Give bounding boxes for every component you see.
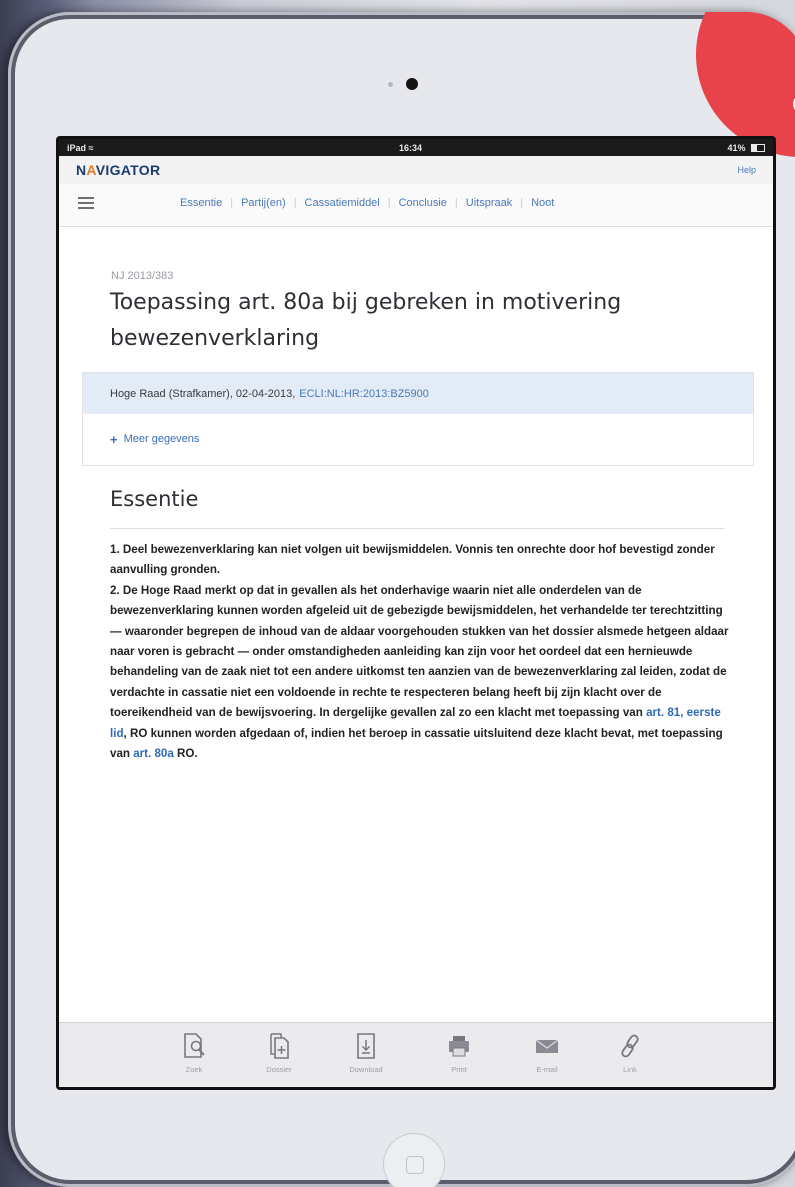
- mail-icon: [535, 1039, 559, 1053]
- court-date: Hoge Raad (Strafkamer), 02-04-2013,: [110, 387, 296, 400]
- case-info-box: Hoge Raad (Strafkamer), 02-04-2013, ECLI…: [82, 372, 754, 466]
- bottom-toolbar: Zoek Dossier Download Print E-mail Link: [59, 1022, 773, 1087]
- carrier-label: iPad: [67, 142, 87, 153]
- section-tabs: Essentie | Partij(en) | Cassatiemiddel | Co…: [172, 197, 562, 209]
- plus-icon: +: [110, 431, 118, 447]
- battery-icon: [750, 144, 765, 153]
- printer-icon: [449, 1036, 469, 1057]
- more-details-button[interactable]: + Meer gegevens: [83, 414, 753, 464]
- essentie-text-part: , RO kunnen worden afgedaan of, indien h…: [110, 726, 723, 761]
- section-divider: [110, 528, 724, 529]
- dossier-button[interactable]: Dossier: [254, 1031, 304, 1074]
- status-bar: iPad ≈ 16:34 41%: [59, 139, 773, 156]
- status-right: 41%: [727, 143, 765, 153]
- logo-rest: VIGATOR: [95, 162, 161, 178]
- status-time: 16:34: [398, 142, 422, 153]
- logo-a: A: [86, 162, 96, 178]
- art-80a-link[interactable]: art. 80a: [133, 747, 174, 760]
- logo-n: N: [76, 162, 87, 178]
- zoek-button[interactable]: Zoek: [169, 1031, 219, 1074]
- print-label: Print: [451, 1065, 467, 1074]
- page-title: Toepassing art. 80a bij gebreken in moti…: [110, 290, 622, 351]
- essentie-text-part: RO.: [173, 747, 198, 761]
- download-label: Download: [349, 1065, 383, 1074]
- essentie-text-part: 2. De Hoge Raad merkt op dat in gevallen…: [110, 583, 729, 720]
- essentie-point-1: 1. Deel bewezenverklaring kan niet volge…: [110, 543, 715, 577]
- tab-uitspraak[interactable]: Uitspraak: [458, 197, 520, 209]
- battery-percent: 41%: [727, 142, 746, 153]
- wifi-icon: ≈: [88, 142, 94, 153]
- link-button[interactable]: Link: [605, 1031, 655, 1074]
- app-header: NAVIGATOR Help: [59, 156, 773, 184]
- zoek-label: Zoek: [185, 1065, 203, 1074]
- search-document-icon: [184, 1033, 205, 1058]
- download-button[interactable]: Download: [341, 1031, 391, 1074]
- help-link[interactable]: Help: [737, 165, 756, 175]
- light-sensor: [388, 82, 393, 87]
- tab-essentie[interactable]: Essentie: [172, 197, 230, 209]
- link-label: Link: [623, 1065, 637, 1074]
- email-label: E-mail: [536, 1065, 558, 1074]
- download-icon: [357, 1033, 375, 1059]
- publication-reference: NJ 2013/383: [111, 270, 174, 282]
- navigator-logo[interactable]: NAVIGATOR: [76, 162, 160, 178]
- more-details-label: Meer gegevens: [123, 433, 200, 445]
- screen-content: iPad ≈ 16:34 41% NAVIGATOR Help Essentie…: [59, 139, 773, 1087]
- tab-noot[interactable]: Noot: [523, 197, 562, 209]
- ecli-link[interactable]: ECLI:NL:HR:2013:BZ5900: [299, 388, 429, 400]
- screen: iPad ≈ 16:34 41% NAVIGATOR Help Essentie…: [56, 136, 776, 1090]
- home-square-icon: [406, 1156, 424, 1174]
- tab-partijen[interactable]: Partij(en): [233, 197, 294, 209]
- tab-conclusie[interactable]: Conclusie: [391, 197, 455, 209]
- home-button[interactable]: [383, 1133, 445, 1187]
- add-to-dossier-icon: [270, 1033, 289, 1059]
- tab-cassatiemiddel[interactable]: Cassatiemiddel: [297, 197, 388, 209]
- essentie-text: 1. Deel bewezenverklaring kan niet volge…: [110, 540, 730, 764]
- status-left: iPad ≈: [67, 143, 93, 153]
- document-nav: Essentie | Partij(en) | Cassatiemiddel | Co…: [59, 184, 773, 227]
- essentie-point-2: 2. De Hoge Raad merkt op dat in gevallen…: [110, 581, 730, 765]
- section-heading: Essentie: [110, 487, 199, 511]
- email-button[interactable]: E-mail: [522, 1031, 572, 1074]
- print-button[interactable]: Print: [434, 1031, 484, 1074]
- document-content: NJ 2013/383 Toepassing art. 80a bij gebr…: [59, 227, 773, 1023]
- front-camera: [406, 78, 418, 90]
- case-info-row: Hoge Raad (Strafkamer), 02-04-2013, ECLI…: [83, 373, 753, 414]
- link-icon: [621, 1034, 639, 1058]
- ipad-frame: iPad ≈ 16:34 41% NAVIGATOR Help Essentie…: [8, 12, 795, 1187]
- dossier-label: Dossier: [266, 1065, 292, 1074]
- menu-icon[interactable]: [78, 197, 94, 211]
